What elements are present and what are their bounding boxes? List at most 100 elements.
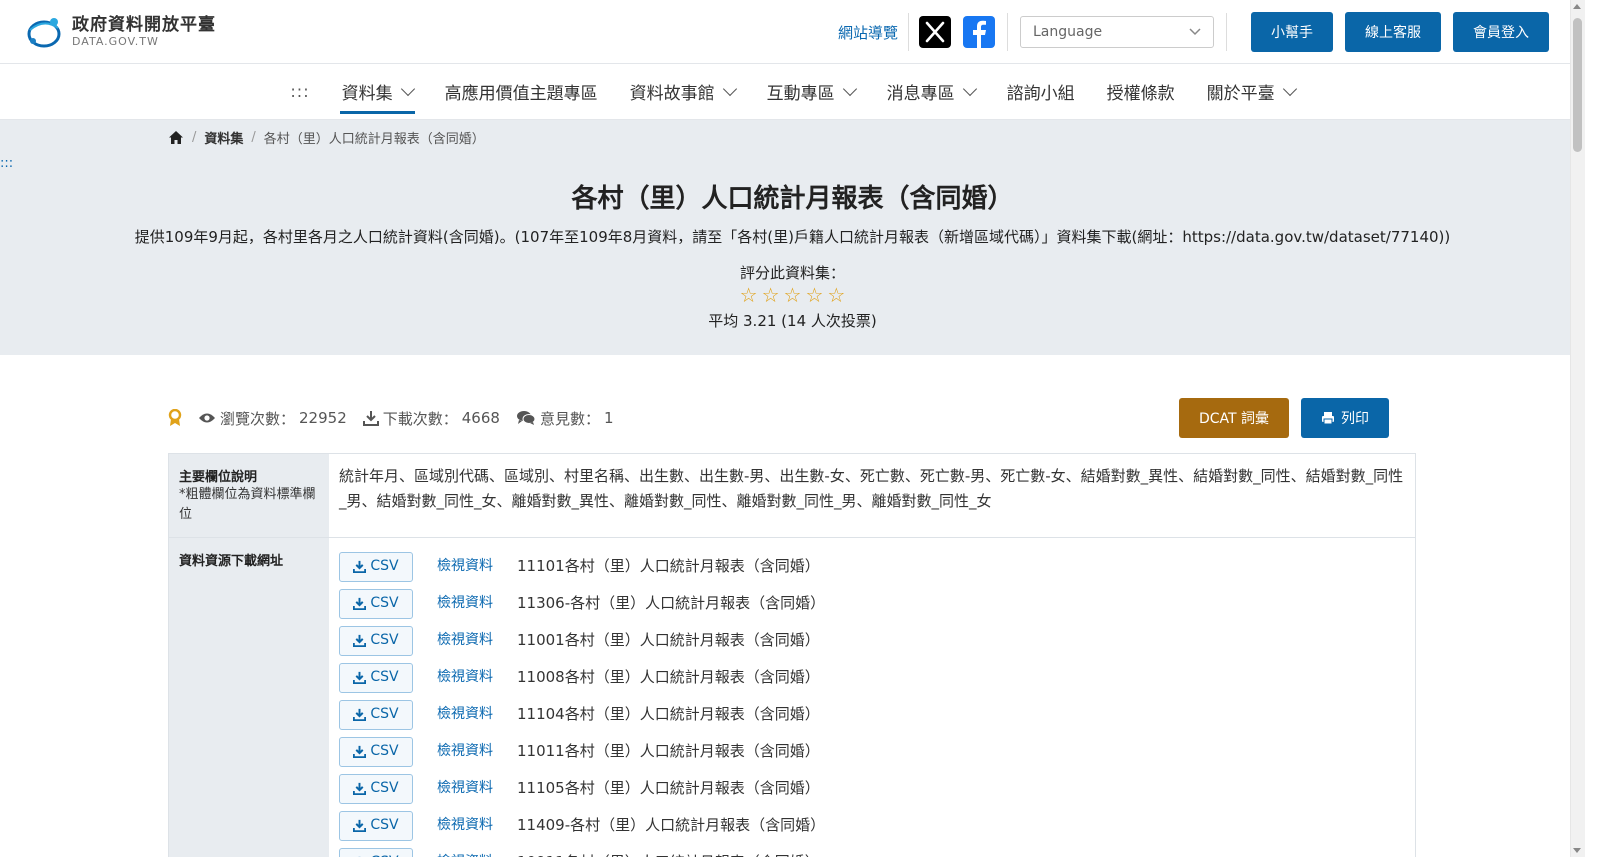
page: 政府資料開放平臺 DATA.GOV.TW 網站導覽 Language 小幫手 線…	[0, 0, 1585, 857]
resource-name: 11409-各村（里）人口統計月報表（含同婚）	[517, 816, 826, 834]
list-item: CSV 檢視資料 11104各村（里）人口統計月報表（含同婚）	[339, 696, 1405, 733]
csv-download-button[interactable]: CSV	[339, 551, 413, 582]
resource-name: 11101各村（里）人口統計月報表（含同婚）	[517, 557, 820, 575]
nav-item-stories[interactable]: 資料故事館	[614, 64, 751, 120]
nav-label: 關於平臺	[1206, 84, 1275, 104]
view-data-link[interactable]: 檢視資料	[437, 850, 493, 857]
language-select[interactable]: Language	[1020, 16, 1214, 48]
nav-item-advisory[interactable]: 諮詢小組	[991, 64, 1091, 120]
view-data-link[interactable]: 檢視資料	[437, 813, 493, 838]
x-social-button[interactable]	[919, 16, 951, 48]
resources-list: CSV 檢視資料 11101各村（里）人口統計月報表（含同婚） CSV 檢視資料 1130…	[329, 538, 1415, 857]
nav-item-about[interactable]: 關於平臺	[1191, 64, 1311, 120]
csv-download-button[interactable]: CSV	[339, 662, 413, 693]
star-icon[interactable]: ☆	[762, 284, 780, 306]
csv-download-button[interactable]: CSV	[339, 773, 413, 804]
dataset-stats: 瀏覽次數： 22952 下載次數： 4668 意見數： 1 DCAT 詞彙 列印	[168, 396, 1389, 440]
facebook-social-button[interactable]	[963, 16, 995, 48]
chevron-down-icon	[722, 81, 737, 97]
list-item: CSV 檢視資料 11409-各村（里）人口統計月報表（含同婚）	[339, 807, 1405, 844]
chevron-down-icon	[1189, 28, 1201, 36]
fields-header: 主要欄位說明 *粗體欄位為資料標準欄位	[169, 454, 329, 537]
home-icon[interactable]	[168, 130, 184, 145]
content-accesskey[interactable]: :::	[0, 156, 13, 171]
download-icon	[353, 671, 367, 684]
print-button[interactable]: 列印	[1301, 398, 1389, 438]
top-header: 政府資料開放平臺 DATA.GOV.TW 網站導覽 Language 小幫手 線…	[0, 0, 1585, 64]
star-icon[interactable]: ☆	[784, 284, 802, 306]
view-data-link[interactable]: 檢視資料	[437, 628, 493, 653]
comments-count: 1	[603, 409, 614, 427]
nav-label: 高應用價值主題專區	[444, 84, 598, 104]
nav-item-news[interactable]: 消息專區	[871, 64, 991, 120]
view-data-link[interactable]: 檢視資料	[437, 665, 493, 690]
scroll-up-arrow-icon[interactable]	[1573, 4, 1581, 9]
scrollbar-thumb[interactable]	[1573, 18, 1582, 152]
csv-download-button[interactable]: CSV	[339, 699, 413, 730]
csv-download-button[interactable]: CSV	[339, 810, 413, 841]
chevron-down-icon	[1282, 81, 1297, 97]
csv-label: CSV	[370, 595, 399, 611]
csv-download-button[interactable]: CSV	[339, 588, 413, 619]
logo-title: 政府資料開放平臺	[72, 14, 216, 35]
login-button[interactable]: 會員登入	[1453, 12, 1549, 52]
csv-download-button[interactable]: CSV	[339, 736, 413, 767]
csv-label: CSV	[370, 558, 399, 574]
chevron-down-icon	[842, 81, 857, 97]
dcat-button[interactable]: DCAT 詞彙	[1178, 398, 1289, 438]
download-icon	[353, 745, 367, 758]
resource-name: 11011各村（里）人口統計月報表（含同婚）	[517, 742, 820, 760]
nav-label: 授權條款	[1106, 84, 1175, 104]
star-icon[interactable]: ☆	[740, 284, 758, 306]
rating-label: 評分此資料集：	[739, 264, 845, 282]
dataset-description: 提供109年9月起，各村里各月之人口統計資料(含同婚)。(107年至109年8月…	[134, 228, 1451, 246]
csv-download-button[interactable]: CSV	[339, 625, 413, 656]
scroll-down-arrow-icon[interactable]	[1573, 848, 1581, 853]
sitemap-link[interactable]: 網站導覽	[838, 13, 909, 51]
list-item: CSV 檢視資料 11001各村（里）人口統計月報表（含同婚）	[339, 622, 1405, 659]
nav-item-datasets[interactable]: 資料集	[326, 64, 429, 120]
view-data-link[interactable]: 檢視資料	[437, 591, 493, 616]
nav-item-license[interactable]: 授權條款	[1091, 64, 1191, 120]
view-data-link[interactable]: 檢視資料	[437, 554, 493, 579]
views-count: 22952	[299, 409, 347, 427]
csv-download-button[interactable]: CSV	[339, 847, 413, 857]
site-logo[interactable]: 政府資料開放平臺 DATA.GOV.TW	[24, 14, 216, 50]
chevron-down-icon	[962, 81, 977, 97]
view-data-link[interactable]: 檢視資料	[437, 739, 493, 764]
star-icon[interactable]: ☆	[805, 284, 823, 306]
print-label: 列印	[1341, 411, 1369, 427]
view-data-link[interactable]: 檢視資料	[437, 776, 493, 801]
facebook-logo-icon	[963, 16, 995, 48]
nav-item-high-value[interactable]: 高應用價值主題專區	[429, 64, 614, 120]
download-icon	[353, 597, 367, 610]
resource-name: 11104各村（里）人口統計月報表（含同婚）	[517, 705, 820, 723]
table-row-fields: 主要欄位說明 *粗體欄位為資料標準欄位 統計年月、區域別代碼、區域別、村里名稱、…	[169, 454, 1415, 538]
list-item: CSV 檢視資料 10911各村（里）人口統計月報表（含同婚）	[339, 844, 1405, 857]
page-scrollbar[interactable]	[1570, 0, 1585, 857]
list-item: CSV 檢視資料 11101各村（里）人口統計月報表（含同婚）	[339, 548, 1405, 585]
header-divider	[1007, 13, 1008, 51]
fields-label: 主要欄位說明	[179, 470, 258, 485]
breadcrumb-datasets[interactable]: 資料集	[204, 128, 243, 147]
resource-name: 10911各村（里）人口統計月報表（含同婚）	[517, 850, 820, 857]
resource-name: 11306-各村（里）人口統計月報表（含同婚）	[517, 594, 826, 612]
view-data-link[interactable]: 檢視資料	[437, 702, 493, 727]
helper-button[interactable]: 小幫手	[1251, 12, 1333, 52]
csv-label: CSV	[370, 669, 399, 685]
dataset-info-table: 主要欄位說明 *粗體欄位為資料標準欄位 統計年月、區域別代碼、區域別、村里名稱、…	[168, 453, 1416, 857]
award-badge	[168, 409, 182, 427]
nav-label: 消息專區	[886, 84, 955, 104]
main-nav: ::: 資料集 高應用價值主題專區 資料故事館 互動專區 消息專區 諮詢小組 授…	[0, 64, 1585, 120]
support-button[interactable]: 線上客服	[1345, 12, 1441, 52]
csv-label: CSV	[370, 780, 399, 796]
nav-item-interactive[interactable]: 互動專區	[751, 64, 871, 120]
resource-name: 11105各村（里）人口統計月報表（含同婚）	[517, 779, 820, 797]
stats-actions: DCAT 詞彙 列印	[1178, 398, 1389, 438]
nav-accesskey[interactable]: :::	[274, 82, 325, 101]
downloads-count: 4668	[461, 409, 500, 427]
star-icon[interactable]: ☆	[827, 284, 845, 306]
printer-icon	[1322, 412, 1334, 425]
page-title: 各村（里）人口統計月報表（含同婚）	[571, 184, 1014, 214]
download-icon	[353, 708, 367, 721]
